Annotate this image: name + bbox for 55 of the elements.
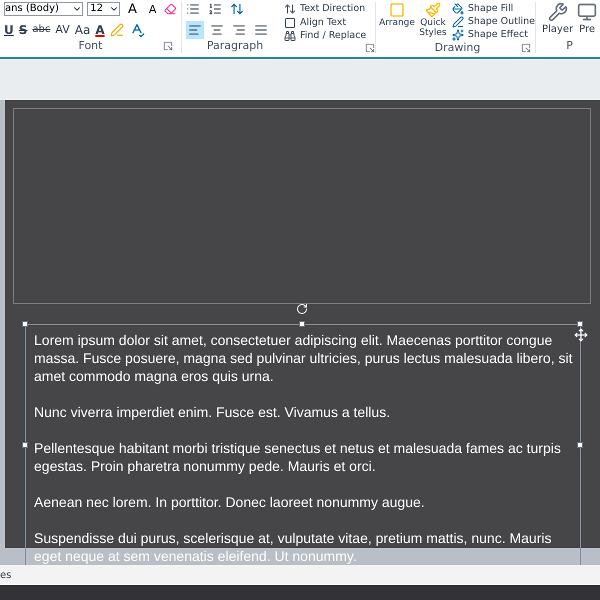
body-paragraph: Pellentesque habitant morbi tristique senectus et netus et malesuada fames ac turpis egestas. Proin pharetra nonummy pede. Mauris et orci. bbox=[34, 439, 562, 475]
ribbon-command[interactable]: Shape Fill bbox=[452, 2, 535, 15]
monitor-icon bbox=[577, 2, 598, 22]
text-direction-icon bbox=[284, 2, 296, 15]
brush-icon bbox=[424, 2, 441, 18]
body-paragraph: Suspendisse dui purus, scelerisque at, vulputate vitae, pretium mattis, nunc. Mauris eget neque at sem venenatis eleifend. Ut nonummy. bbox=[34, 529, 552, 565]
dialog-launcher-icon[interactable] bbox=[163, 41, 173, 51]
frame-icon bbox=[284, 16, 296, 28]
resize-handle[interactable] bbox=[577, 442, 583, 448]
font-color-button[interactable]: A bbox=[95, 24, 105, 36]
group-label: P bbox=[566, 38, 573, 54]
underline-button[interactable]: U bbox=[4, 24, 14, 36]
resize-handle[interactable] bbox=[299, 321, 305, 327]
group-label: Font bbox=[78, 38, 102, 54]
status-text: es bbox=[0, 568, 12, 582]
wrench-icon bbox=[548, 2, 568, 22]
resize-handle[interactable] bbox=[577, 321, 583, 327]
shrink-font-button[interactable]: A bbox=[144, 4, 160, 14]
line-spacing-icon[interactable] bbox=[230, 2, 244, 16]
binoculars-icon bbox=[284, 30, 296, 42]
body-paragraph: Lorem ipsum dolor sit amet, consectetuer adipiscing elit. Maecenas porttitor congue massa. Fusce posuere, magna sed pulvinar ultricies, purus lectus malesuada libero, sit amet commodo magna eros quis urna. bbox=[34, 331, 574, 385]
align-button[interactable] bbox=[186, 20, 204, 38]
ribbon-command[interactable]: Text Direction bbox=[284, 2, 375, 16]
move-cursor-icon bbox=[574, 328, 588, 342]
shadow-button[interactable]: S bbox=[18, 24, 28, 36]
resize-handle[interactable] bbox=[22, 321, 28, 327]
ribbon-large-button[interactable]: Pre bbox=[577, 2, 598, 37]
body-paragraph: Aenean nec lorem. In porttitor. Donec laoreet nonummy augue. bbox=[34, 493, 426, 511]
ribbon-large-button[interactable]: Arrange bbox=[380, 2, 414, 41]
ribbon-command[interactable]: Shape Effect bbox=[452, 28, 535, 41]
ribbon-large-button[interactable]: Player bbox=[542, 2, 574, 37]
dialog-launcher-icon[interactable] bbox=[521, 43, 531, 53]
paint-bucket-icon bbox=[452, 2, 464, 14]
sparkles-icon bbox=[452, 28, 464, 40]
resize-handle[interactable] bbox=[22, 442, 28, 448]
ribbon-command[interactable]: Shape Outline bbox=[452, 15, 535, 28]
ribbon-command[interactable]: Align Text bbox=[284, 16, 375, 30]
group-label: Paragraph bbox=[206, 38, 264, 54]
squares-icon bbox=[389, 2, 405, 18]
ribbon-large-button[interactable]: Quick Styles bbox=[418, 2, 448, 41]
bullets-icon[interactable] bbox=[186, 2, 200, 16]
rotate-handle-icon[interactable] bbox=[296, 303, 308, 315]
clear-format-icon[interactable] bbox=[164, 2, 178, 16]
strikethrough-button[interactable]: abc bbox=[32, 24, 50, 34]
font-size-field[interactable]: 12 bbox=[87, 2, 120, 16]
body-paragraph: Nunc viverra imperdiet enim. Fusce est. Vivamus a tellus. bbox=[34, 403, 392, 421]
numbering-icon[interactable] bbox=[208, 2, 222, 16]
group-label: Drawing bbox=[434, 40, 480, 56]
change-case-button[interactable]: Aa bbox=[74, 24, 90, 36]
dialog-launcher-icon[interactable] bbox=[365, 43, 375, 54]
grow-font-button[interactable]: A bbox=[124, 2, 141, 16]
font-name-field[interactable]: ans (Body) bbox=[4, 2, 84, 16]
spacing-button[interactable]: AV bbox=[55, 24, 70, 35]
ribbon-command[interactable]: Find / Replace bbox=[284, 29, 375, 44]
pen-icon bbox=[452, 16, 464, 28]
